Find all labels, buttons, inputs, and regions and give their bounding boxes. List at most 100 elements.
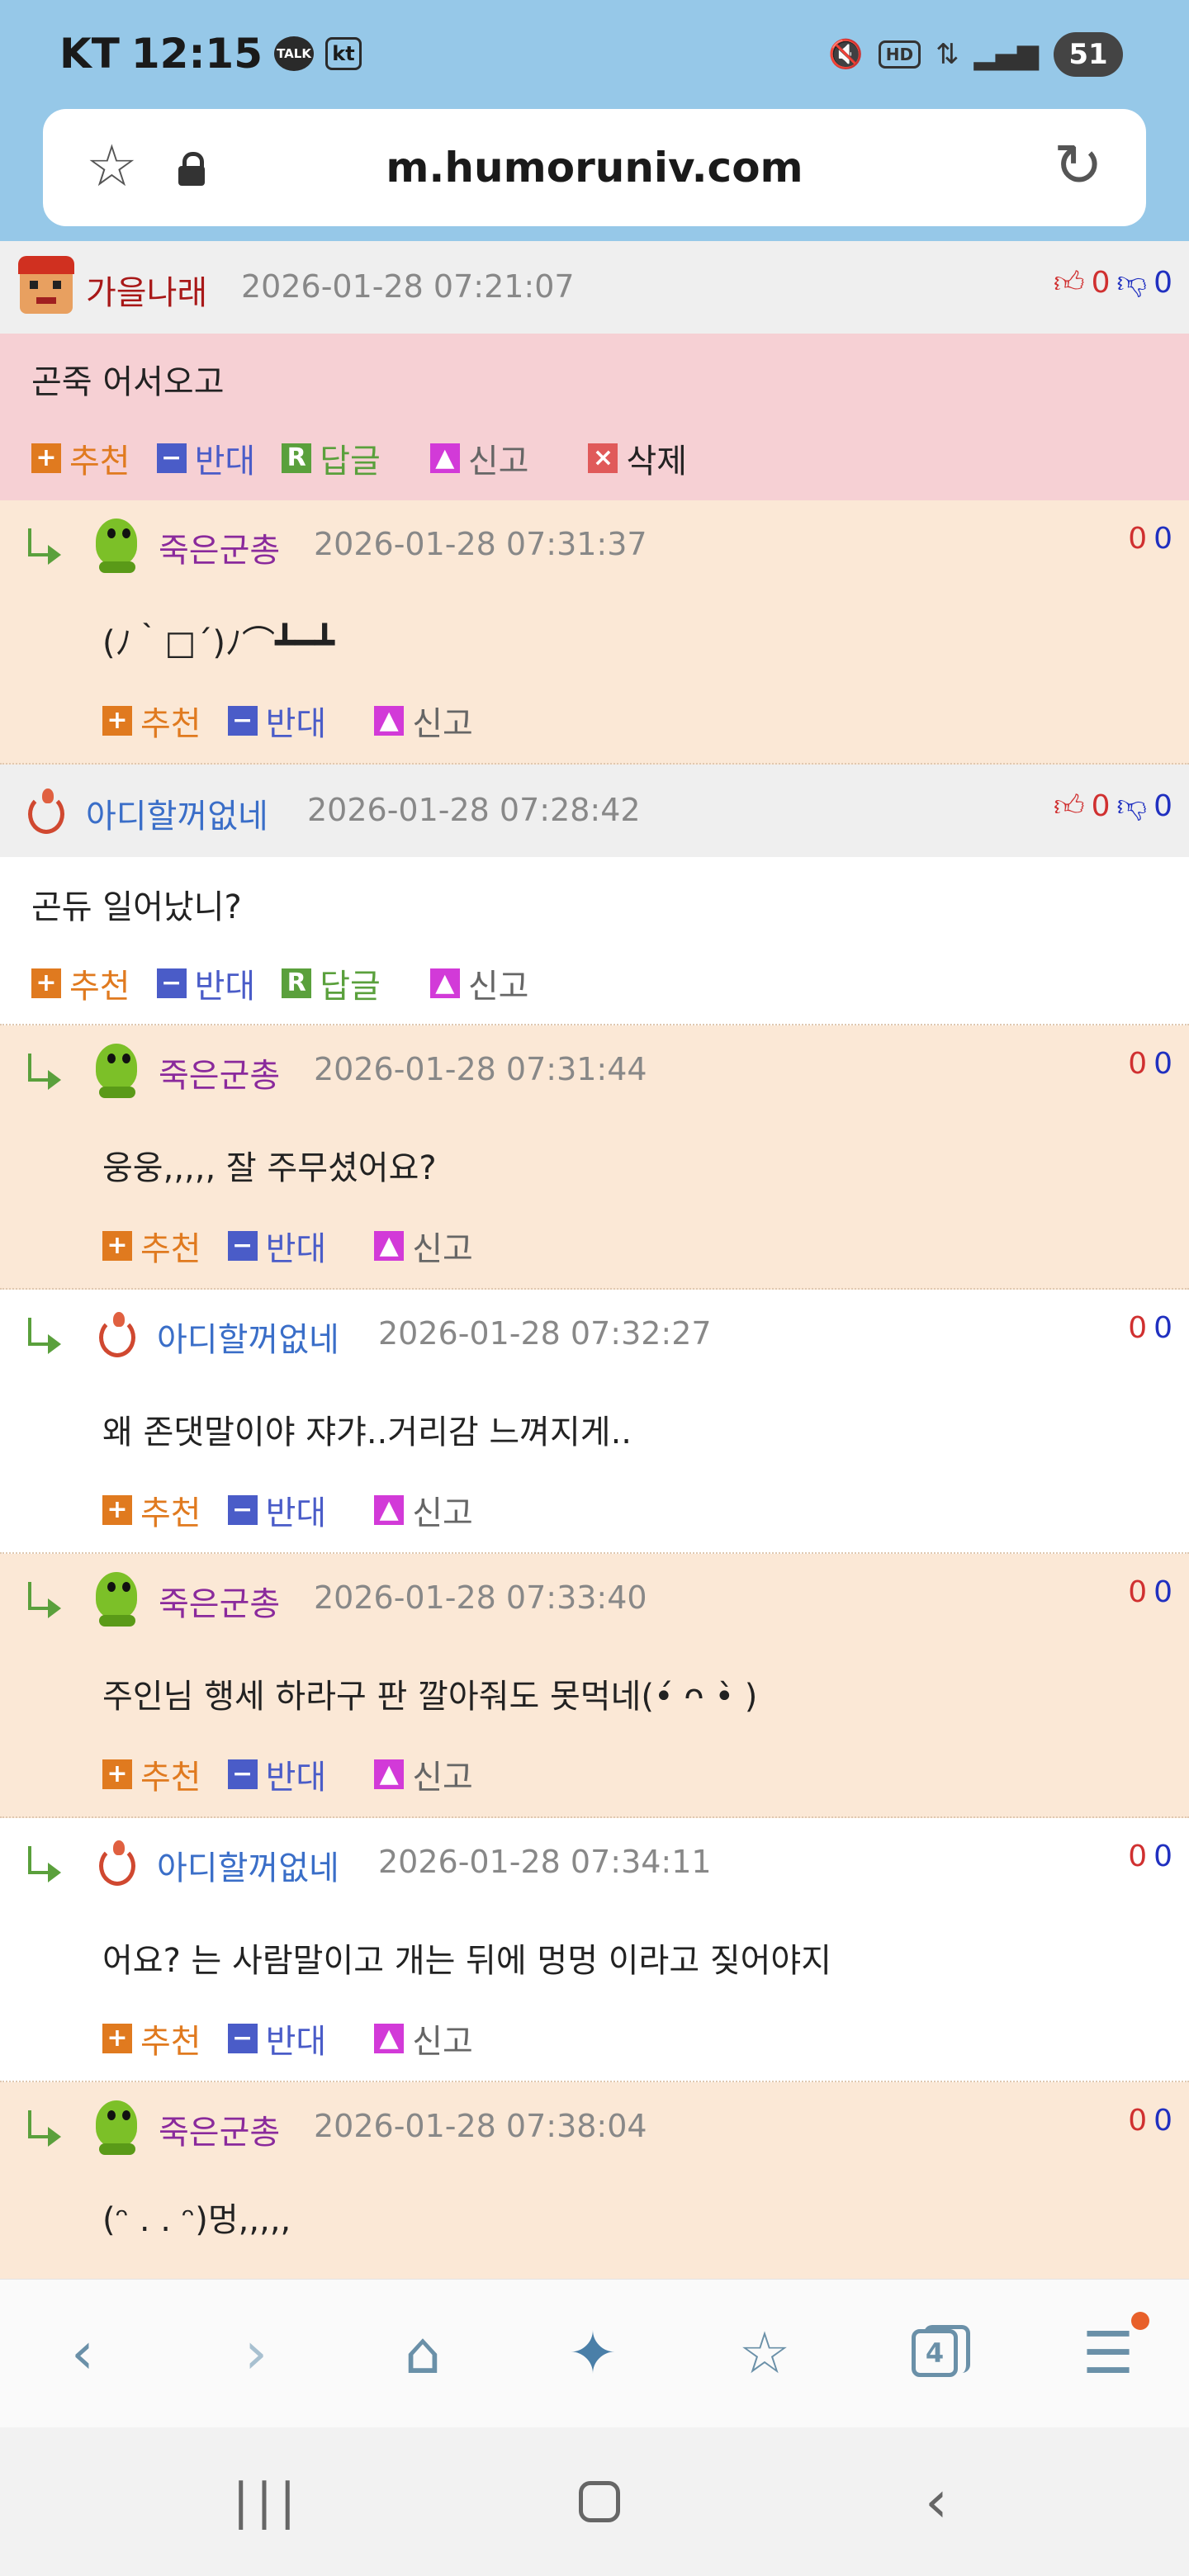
report-button[interactable]: ▲ 신고 [429,959,528,1007]
reply-date: 2026-01-28 07:34:11 [378,1844,712,1880]
reply-username[interactable]: 아디할꺼없네 [157,1841,339,1889]
recommend-button[interactable]: + 추천 [31,959,130,1007]
oppose-button[interactable]: − 반대 [227,1750,327,1798]
report-label: 신고 [412,1230,473,1268]
recommend-button[interactable]: + 추천 [102,2015,201,2062]
recommend-label: 추천 [140,705,201,743]
report-button[interactable]: ▲ 신고 [374,1750,473,1798]
thumbs-up-icon[interactable]: 👍︎ [1054,264,1085,301]
minus-icon: − [227,2024,258,2053]
downvote-count[interactable]: 0 [1153,522,1172,556]
notification-dot [1131,2312,1149,2330]
recommend-label: 추천 [140,2023,201,2061]
downvote-count[interactable]: 0 [1153,1047,1172,1081]
back-icon[interactable]: ‹ [41,2316,124,2390]
bookmarks-icon[interactable]: ☆ [723,2316,806,2390]
forward-icon[interactable]: › [215,2316,297,2390]
avatar[interactable] [86,515,149,578]
recommend-button[interactable]: + 추천 [31,434,130,482]
thumbs-down-icon[interactable]: 👎︎ [1117,264,1148,301]
downvote-count[interactable]: 0 [1153,2104,1172,2138]
delete-button[interactable]: × 삭제 [588,434,687,482]
minus-icon: − [156,443,187,473]
home-button[interactable] [558,2469,641,2535]
avatar[interactable] [99,1312,135,1357]
recommend-button[interactable]: + 추천 [102,1486,201,1534]
reply-username[interactable]: 아디할꺼없네 [157,1313,339,1361]
avatar[interactable] [86,2097,149,2160]
comment-username[interactable]: 아디할꺼없네 [86,789,268,837]
comment-username[interactable]: 가을나래 [86,266,207,314]
browser-toolbar: ‹ › ⌂ ✦ ☆ 4 ☰ [0,2279,1189,2428]
back-nav-icon[interactable]: ‹ [895,2468,978,2536]
reload-icon[interactable]: ↻ [1054,135,1103,195]
minus-icon: − [156,968,187,998]
reply-actions: + 추천 − 반대 ▲ 신고 [102,2015,500,2062]
address-bar[interactable]: ☆ m.humoruniv.com ↻ [43,109,1146,226]
upvote-count[interactable]: 0 [1128,1575,1147,1609]
home-icon[interactable]: ⌂ [381,2316,464,2390]
reply-username[interactable]: 죽은군총 [159,1577,280,1625]
vote-counts: 0 0 [1128,2104,1172,2138]
reply-button[interactable]: R 답글 [282,959,381,1007]
report-button[interactable]: ▲ 신고 [374,2015,473,2062]
recommend-button[interactable]: + 추천 [102,697,201,745]
tabs-button[interactable]: 4 [893,2316,976,2390]
recommend-label: 추천 [140,1230,201,1268]
downvote-count[interactable]: 0 [1153,1575,1172,1609]
recommend-button[interactable]: + 추천 [102,1222,201,1270]
reply-text: 어요? 는 사람말이고 개는 뒤에 멍멍 이라고 짖어야지 [102,1942,832,1980]
sparkle-icon[interactable]: ✦ [552,2316,634,2390]
reply-item: 죽은군총 2026-01-28 07:31:37 0 0 (ﾉ｀□´)ﾉ⌒┻━┻… [0,500,1189,765]
avatar[interactable] [28,788,64,834]
delete-label: 삭제 [626,443,688,481]
avatar[interactable] [86,1569,149,1631]
upvote-count: 0 [1091,265,1111,300]
recent-apps-icon[interactable]: ||| [226,2469,309,2535]
siren-icon: ▲ [429,968,460,998]
avatar[interactable] [86,1040,149,1103]
thumbs-up-icon[interactable]: 👍︎ [1054,788,1085,824]
vote-counts: 0 0 [1128,522,1172,556]
comment-body: 곤죽 어서오고 + 추천 − 반대 R 답글 ▲ 신고 × 삭제 [0,334,1189,500]
upvote-count[interactable]: 0 [1128,1047,1147,1081]
upvote-count[interactable]: 0 [1128,522,1147,556]
recommend-label: 추천 [69,968,130,1006]
thumbs-down-icon[interactable]: 👎︎ [1117,788,1148,824]
avatar[interactable] [15,256,78,319]
recommend-label: 추천 [140,1494,201,1532]
oppose-button[interactable]: − 반대 [156,959,255,1007]
avatar[interactable] [99,1840,135,1886]
oppose-button[interactable]: − 반대 [227,2015,326,2062]
siren-icon: ▲ [374,706,405,736]
upvote-count[interactable]: 0 [1128,2104,1147,2138]
reply-username[interactable]: 죽은군총 [159,1049,280,1096]
battery-icon: 51 [1054,32,1123,77]
url-text[interactable]: m.humoruniv.com [43,144,1146,192]
siren-icon: ▲ [374,1231,405,1261]
oppose-button[interactable]: − 반대 [156,434,255,482]
comment-list: 가을나래 2026-01-28 07:21:07 👍︎ 0 👎︎ 0 곤죽 어서… [0,241,1189,2279]
report-button[interactable]: ▲ 신고 [374,697,473,745]
report-button[interactable]: ▲ 신고 [374,1222,473,1270]
oppose-button[interactable]: − 반대 [227,1486,326,1534]
reply-username[interactable]: 죽은군총 [159,2105,280,2153]
report-label: 신고 [467,443,529,481]
report-label: 신고 [412,2023,473,2061]
downvote-count[interactable]: 0 [1153,1311,1172,1345]
reply-item: 죽은군총 2026-01-28 07:33:40 0 0 주인님 행세 하라구 … [0,1554,1189,1818]
oppose-label: 반대 [265,1759,327,1797]
tabs-icon [924,2325,970,2373]
reply-arrow-icon [28,2110,66,2148]
upvote-count[interactable]: 0 [1128,1840,1147,1873]
reply-username[interactable]: 죽은군총 [159,523,280,571]
oppose-button[interactable]: − 반대 [227,1222,326,1270]
report-button[interactable]: ▲ 신고 [374,1486,473,1534]
recommend-button[interactable]: + 추천 [102,1750,201,1798]
report-button[interactable]: ▲ 신고 [429,434,529,482]
oppose-button[interactable]: − 반대 [227,697,326,745]
downvote-count[interactable]: 0 [1153,1840,1172,1873]
reply-button[interactable]: R 답글 [282,434,381,482]
upvote-count[interactable]: 0 [1128,1311,1147,1345]
clock: 12:15 [130,30,263,78]
